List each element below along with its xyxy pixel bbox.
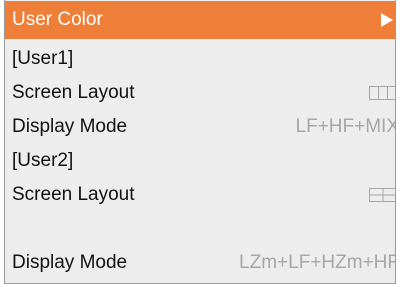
display-mode-value: LF+HF+MIX <box>295 115 396 137</box>
menu-item-label: Display Mode <box>12 251 128 273</box>
menu-item-display-mode-2[interactable]: Display Mode LZm+LF+HZm+HF <box>5 246 395 279</box>
menu-item-label: Screen Layout <box>12 81 135 103</box>
menu-header-label: User Color <box>12 9 103 30</box>
menu-header-user-color[interactable]: User Color <box>5 1 395 39</box>
menu-item-user2[interactable]: [User2] <box>5 144 395 177</box>
display-mode-value: LZm+LF+HZm+HF <box>239 251 396 273</box>
menu-item-label: [User1] <box>12 47 74 69</box>
menu-item-label: Screen Layout <box>12 183 135 205</box>
menu-item-display-mode-1[interactable]: Display Mode LF+HF+MIX <box>5 110 395 143</box>
triangle-right-icon <box>381 13 393 27</box>
menu-item-label: Display Mode <box>12 115 128 137</box>
menu-item-user1[interactable]: [User1] <box>5 42 395 75</box>
three-column-layout-icon <box>369 86 395 100</box>
menu-item-screen-layout-1[interactable]: Screen Layout <box>5 76 395 109</box>
two-by-two-layout-icon <box>369 188 395 202</box>
menu-item-label: [User2] <box>12 149 74 171</box>
user-color-menu: User Color [User1] Screen Layout Display… <box>4 0 396 284</box>
menu-item-screen-layout-2[interactable]: Screen Layout <box>5 178 395 211</box>
